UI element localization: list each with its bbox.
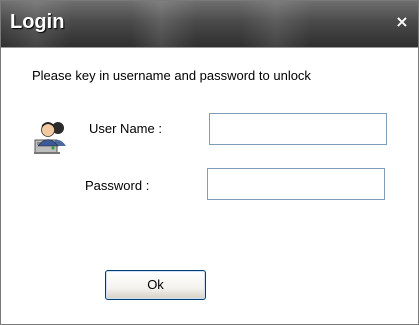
password-field[interactable] bbox=[207, 168, 385, 200]
password-label: Password : bbox=[85, 178, 150, 193]
close-button[interactable]: × bbox=[392, 13, 412, 31]
window-title: Login bbox=[10, 11, 65, 33]
close-icon: × bbox=[395, 12, 409, 31]
title-bar[interactable]: Login × bbox=[1, 1, 418, 47]
username-field[interactable] bbox=[209, 113, 387, 145]
username-label: User Name : bbox=[89, 121, 162, 136]
dialog-body: Please key in username and password to u… bbox=[1, 47, 418, 324]
instruction-text: Please key in username and password to u… bbox=[32, 68, 311, 83]
ok-button[interactable]: Ok bbox=[105, 270, 206, 300]
login-dialog: Login × Please key in username and passw… bbox=[0, 0, 419, 325]
user-computer-icon bbox=[32, 116, 72, 156]
